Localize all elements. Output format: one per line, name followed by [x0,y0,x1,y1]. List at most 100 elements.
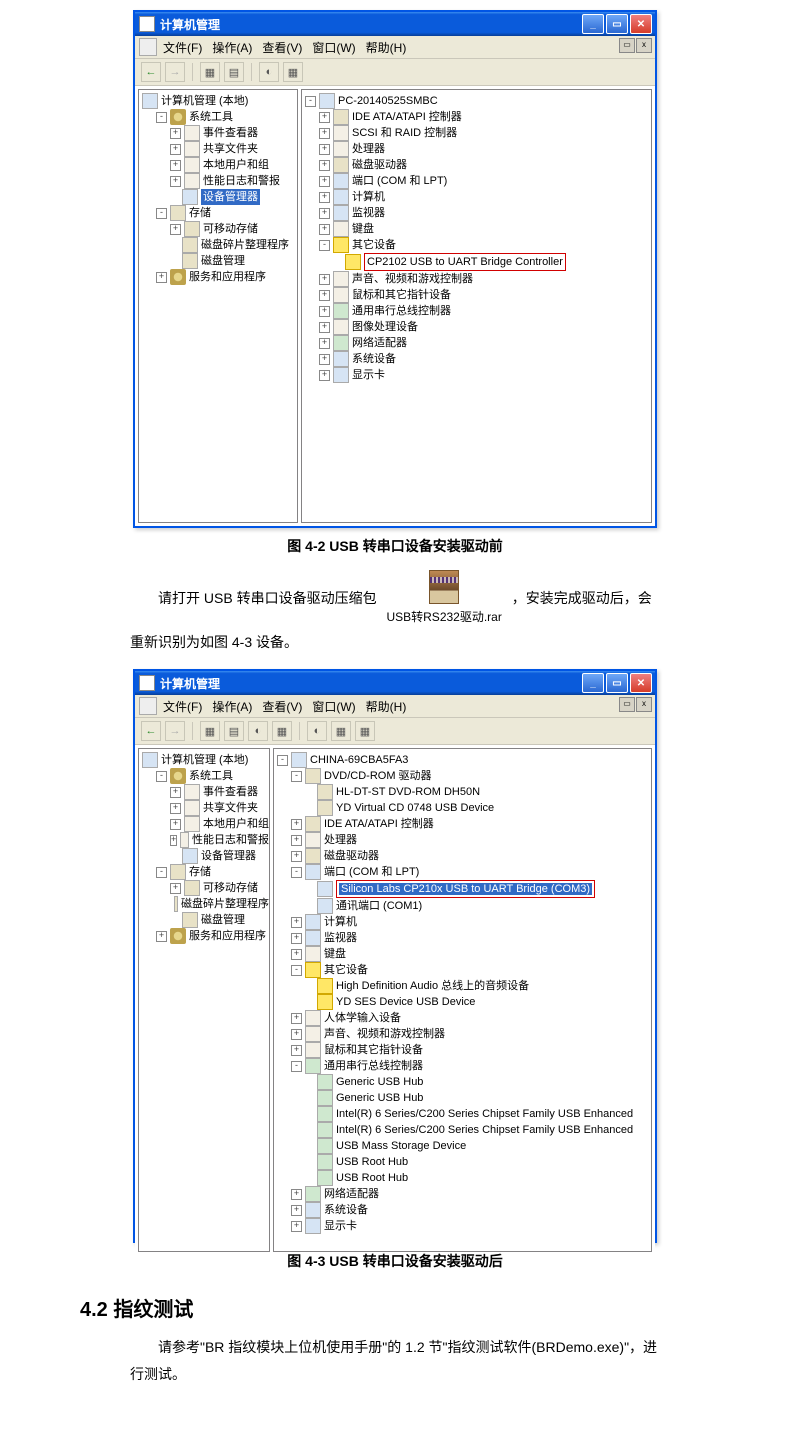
tree-root[interactable]: 计算机管理 (本地) [142,93,297,109]
device-cp210x-bridge[interactable]: Silicon Labs CP210x USB to UART Bridge (… [277,880,651,898]
tree-item[interactable]: +性能日志和警报 [142,832,269,848]
left-tree-pane[interactable]: 计算机管理 (本地) -系统工具 +事件查看器 +共享文件夹 +本地用户和组 +… [138,748,270,1252]
menu-action[interactable]: 操作(A) [212,39,252,56]
device-category[interactable]: +监视器 [305,205,651,221]
forward-button[interactable] [165,62,185,82]
device-category[interactable]: +端口 (COM 和 LPT) [305,173,651,189]
device-category[interactable]: +计算机 [305,189,651,205]
toolbar-btn-1[interactable]: ▦ [200,721,220,741]
tree-item[interactable]: +服务和应用程序 [142,269,297,285]
device-category[interactable]: +网络适配器 [277,1186,651,1202]
device-category[interactable]: +键盘 [277,946,651,962]
device-category[interactable]: +声音、视频和游戏控制器 [277,1026,651,1042]
tree-item[interactable]: 磁盘碎片整理程序 [142,896,269,912]
menu-file[interactable]: 文件(F) [163,39,202,56]
device-item[interactable]: High Definition Audio 总线上的音频设备 [277,978,651,994]
device-category[interactable]: +磁盘驱动器 [305,157,651,173]
tree-item[interactable]: +本地用户和组 [142,157,297,173]
minimize-button[interactable]: _ [582,673,604,693]
left-tree-pane[interactable]: 计算机管理 (本地) -系统工具 +事件查看器 +共享文件夹 +本地用户和组 +… [138,89,298,523]
device-category[interactable]: +通用串行总线控制器 [305,303,651,319]
toolbar-btn-4[interactable]: ▦ [272,721,292,741]
device-category[interactable]: +SCSI 和 RAID 控制器 [305,125,651,141]
right-tree-pane[interactable]: -CHINA-69CBA5FA3 -DVD/CD-ROM 驱动器 HL-DT-S… [273,748,652,1252]
device-item[interactable]: HL-DT-ST DVD-ROM DH50N [277,784,651,800]
menu-action[interactable]: 操作(A) [212,698,252,715]
device-item[interactable]: Intel(R) 6 Series/C200 Series Chipset Fa… [277,1106,651,1122]
device-item[interactable]: YD SES Device USB Device [277,994,651,1010]
close-button[interactable]: ✕ [630,673,652,693]
device-category-other[interactable]: -其它设备 [305,237,651,253]
device-category[interactable]: +显示卡 [277,1218,651,1234]
tree-item[interactable]: -存储 [142,864,269,880]
mdi-restore[interactable]: ▭ [619,38,635,53]
device-category[interactable]: +磁盘驱动器 [277,848,651,864]
back-button[interactable] [141,721,161,741]
device-category[interactable]: +鼠标和其它指针设备 [277,1042,651,1058]
close-button[interactable]: ✕ [630,14,652,34]
device-category[interactable]: +网络适配器 [305,335,651,351]
titlebar[interactable]: 计算机管理 _ ▭ ✕ [135,671,655,695]
right-tree-pane[interactable]: -PC-20140525SMBC +IDE ATA/ATAPI 控制器 +SCS… [301,89,652,523]
device-item[interactable]: USB Mass Storage Device [277,1138,651,1154]
tree-item-device-manager[interactable]: 设备管理器 [142,848,269,864]
device-item[interactable]: YD Virtual CD 0748 USB Device [277,800,651,816]
toolbar-btn-3[interactable]: ◐ [248,721,268,741]
tree-item[interactable]: -存储 [142,205,297,221]
minimize-button[interactable]: _ [582,14,604,34]
device-category-usb[interactable]: -通用串行总线控制器 [277,1058,651,1074]
device-category[interactable]: +IDE ATA/ATAPI 控制器 [305,109,651,125]
device-item[interactable]: Generic USB Hub [277,1074,651,1090]
tree-item[interactable]: 磁盘管理 [142,253,297,269]
back-button[interactable] [141,62,161,82]
menu-window[interactable]: 窗口(W) [312,698,355,715]
device-root[interactable]: -PC-20140525SMBC [305,93,651,109]
device-category[interactable]: +人体学输入设备 [277,1010,651,1026]
tree-item[interactable]: +共享文件夹 [142,800,269,816]
device-category[interactable]: -DVD/CD-ROM 驱动器 [277,768,651,784]
tree-item[interactable]: -系统工具 [142,768,269,784]
device-item[interactable]: 通讯端口 (COM1) [277,898,651,914]
device-category-ports[interactable]: -端口 (COM 和 LPT) [277,864,651,880]
tree-item[interactable]: +本地用户和组 [142,816,269,832]
mdi-close[interactable]: x [636,38,652,53]
device-cp2102-unknown[interactable]: CP2102 USB to UART Bridge Controller [305,253,651,271]
titlebar[interactable]: 计算机管理 _ ▭ ✕ [135,12,655,36]
toolbar-btn-6[interactable]: ▦ [331,721,351,741]
menu-view[interactable]: 查看(V) [262,39,302,56]
device-root[interactable]: -CHINA-69CBA5FA3 [277,752,651,768]
tree-item[interactable]: +事件查看器 [142,784,269,800]
device-category[interactable]: +处理器 [277,832,651,848]
tree-item[interactable]: +可移动存储 [142,880,269,896]
device-item[interactable]: Generic USB Hub [277,1090,651,1106]
device-item[interactable]: Intel(R) 6 Series/C200 Series Chipset Fa… [277,1122,651,1138]
toolbar-btn-1[interactable]: ▦ [200,62,220,82]
device-category[interactable]: +系统设备 [305,351,651,367]
device-category[interactable]: +图像处理设备 [305,319,651,335]
device-category-other[interactable]: -其它设备 [277,962,651,978]
tree-item[interactable]: -系统工具 [142,109,297,125]
device-category[interactable]: +监视器 [277,930,651,946]
mdi-restore[interactable]: ▭ [619,697,635,712]
tree-item[interactable]: +服务和应用程序 [142,928,269,944]
toolbar-btn-5[interactable]: ◐ [307,721,327,741]
menu-help[interactable]: 帮助(H) [366,39,407,56]
device-item[interactable]: USB Root Hub [277,1154,651,1170]
device-category[interactable]: +声音、视频和游戏控制器 [305,271,651,287]
toolbar-btn-4[interactable]: ▦ [283,62,303,82]
device-category[interactable]: +计算机 [277,914,651,930]
tree-item[interactable]: 磁盘碎片整理程序 [142,237,297,253]
menu-window[interactable]: 窗口(W) [312,39,355,56]
tree-item[interactable]: +事件查看器 [142,125,297,141]
forward-button[interactable] [165,721,185,741]
device-category[interactable]: +键盘 [305,221,651,237]
tree-item[interactable]: 磁盘管理 [142,912,269,928]
mdi-close[interactable]: x [636,697,652,712]
tree-item-device-manager[interactable]: 设备管理器 [142,189,297,205]
tree-item[interactable]: +可移动存储 [142,221,297,237]
tree-root[interactable]: 计算机管理 (本地) [142,752,269,768]
maximize-button[interactable]: ▭ [606,14,628,34]
toolbar-btn-3[interactable]: ◐ [259,62,279,82]
device-category[interactable]: +显示卡 [305,367,651,383]
device-category[interactable]: +系统设备 [277,1202,651,1218]
